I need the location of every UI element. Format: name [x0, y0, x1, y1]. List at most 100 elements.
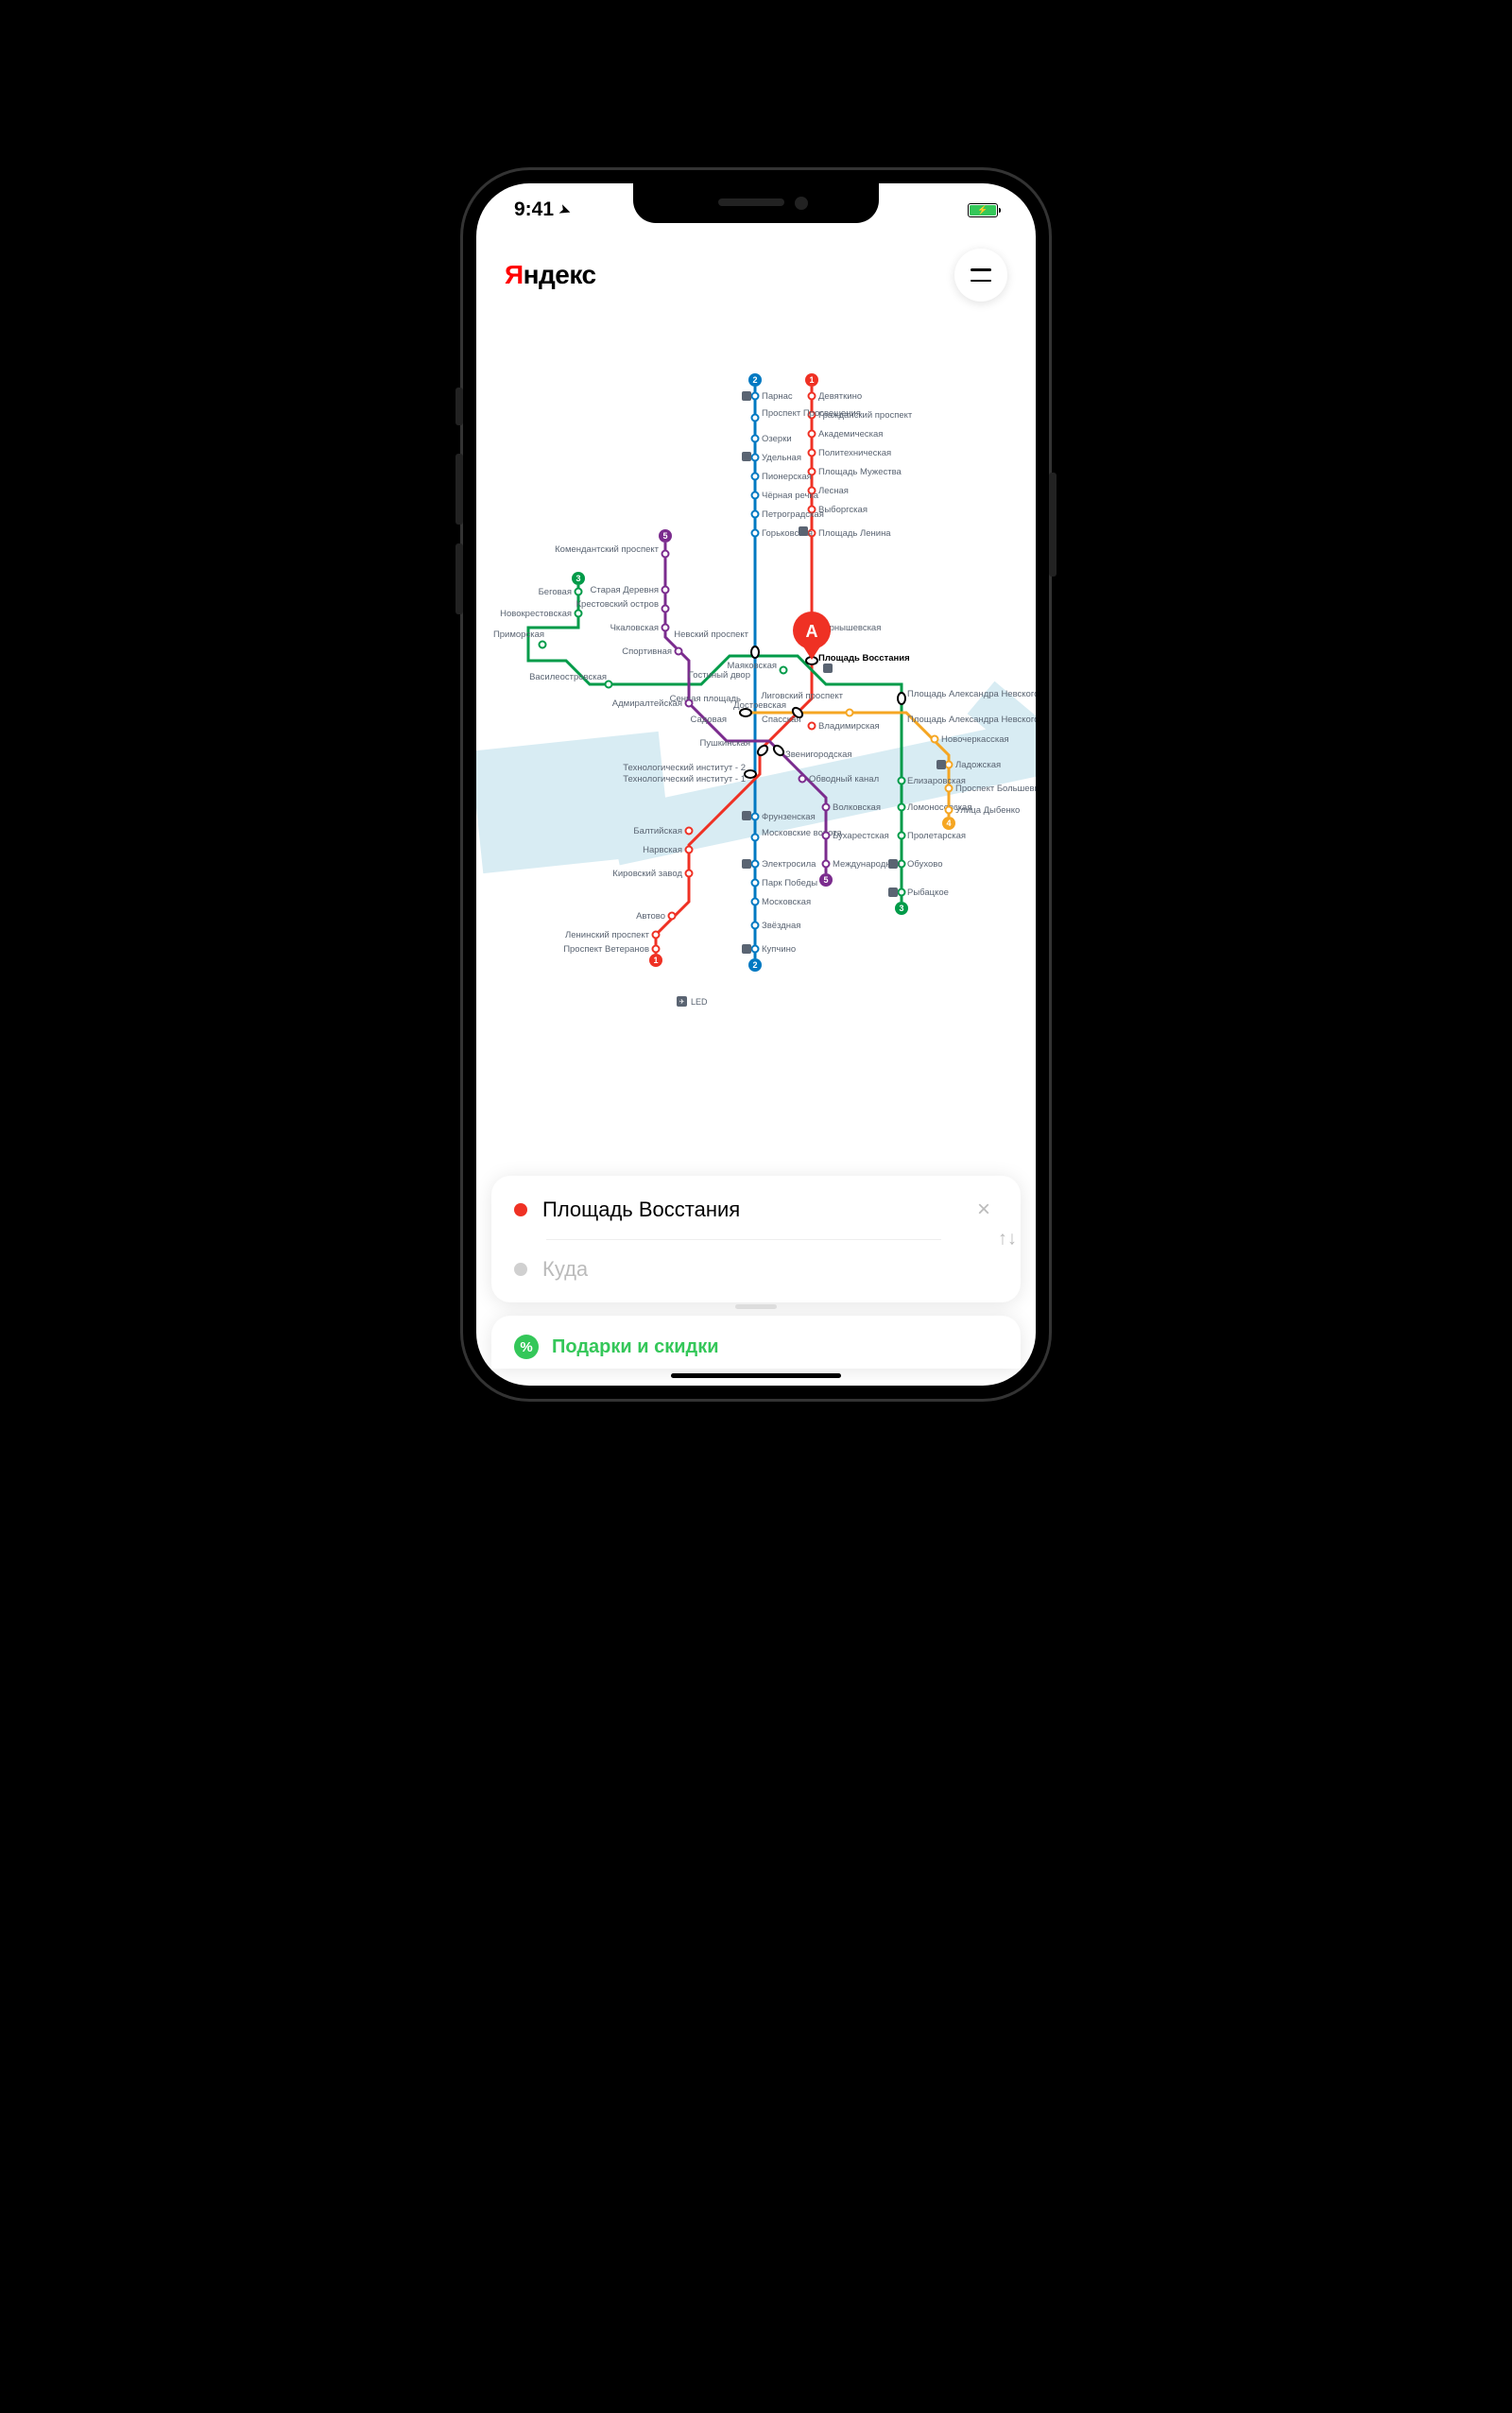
svg-text:Кировский завод: Кировский завод: [612, 869, 682, 879]
svg-text:Петроградская: Петроградская: [762, 509, 824, 520]
battery-icon: ⚡: [968, 203, 998, 217]
volume-down: [455, 543, 463, 614]
route-to-row[interactable]: Куда: [514, 1240, 998, 1282]
svg-text:Лесная: Лесная: [818, 486, 849, 496]
svg-text:Электросила: Электросила: [762, 859, 816, 870]
svg-text:Чкаловская: Чкаловская: [610, 623, 659, 633]
airport-led: LED: [677, 996, 708, 1007]
svg-text:Пролетарская: Пролетарская: [907, 831, 966, 841]
svg-text:Улица Дыбенко: Улица Дыбенко: [955, 805, 1020, 816]
svg-text:Спортивная: Спортивная: [622, 646, 672, 657]
svg-text:3: 3: [899, 904, 903, 913]
svg-text:Маяковская: Маяковская: [728, 661, 777, 671]
svg-text:Проспект Ветеранов: Проспект Ветеранов: [563, 944, 649, 955]
svg-text:Проспект Просвещения: Проспект Просвещения: [762, 408, 861, 419]
svg-text:Балтийская: Балтийская: [633, 826, 682, 836]
svg-text:Приморская: Приморская: [493, 629, 544, 640]
svg-text:Новочеркасская: Новочеркасская: [941, 734, 1009, 745]
svg-text:Ленинский проспект: Ленинский проспект: [565, 930, 650, 940]
svg-text:Невский проспект: Невский проспект: [674, 629, 748, 640]
svg-text:5: 5: [823, 875, 828, 885]
svg-text:Старая Деревня: Старая Деревня: [591, 585, 659, 595]
line-dot-grey: [514, 1263, 527, 1276]
selected-station-label: Площадь Восстания: [818, 653, 910, 664]
svg-text:Девяткино: Девяткино: [818, 391, 862, 402]
airplane-icon: [677, 996, 687, 1007]
svg-text:Владимирская: Владимирская: [818, 721, 880, 732]
svg-text:Озерки: Озерки: [762, 434, 792, 444]
svg-text:Гостиный двор: Гостиный двор: [689, 670, 750, 681]
svg-text:Международная: Международная: [833, 859, 901, 870]
route-card: Площадь Восстания × ↑↓ Куда: [491, 1176, 1021, 1302]
svg-text:Технологический институт - 1: Технологический институт - 1: [623, 774, 746, 784]
svg-text:Площадь Ленина: Площадь Ленина: [818, 528, 891, 539]
svg-text:Академическая: Академическая: [818, 429, 883, 440]
hamburger-icon: [971, 268, 991, 282]
power-button: [1049, 473, 1057, 577]
home-indicator[interactable]: [671, 1373, 841, 1378]
route-from-row[interactable]: Площадь Восстания ×: [514, 1197, 998, 1240]
svg-text:Выборгская: Выборгская: [818, 505, 868, 515]
app-header: Яндекс: [476, 235, 1036, 315]
svg-text:1: 1: [653, 956, 658, 965]
svg-text:Политехническая: Политехническая: [818, 448, 891, 458]
clear-from-button[interactable]: ×: [970, 1197, 998, 1223]
svg-text:Василеостровская: Василеостровская: [529, 672, 607, 682]
status-time: 9:41: [514, 198, 554, 221]
svg-text:Звёздная: Звёздная: [762, 921, 800, 931]
location-icon: ➤: [557, 200, 573, 219]
swap-button[interactable]: ↑↓: [998, 1229, 1017, 1250]
svg-text:Московская: Московская: [762, 897, 811, 907]
svg-text:Комендантский проспект: Комендантский проспект: [555, 544, 660, 555]
menu-button[interactable]: [954, 249, 1007, 302]
svg-text:А: А: [806, 622, 818, 641]
svg-text:Адмиралтейская: Адмиралтейская: [612, 698, 682, 709]
promo-card[interactable]: % Подарки и скидки: [491, 1316, 1021, 1369]
svg-text:Горьковская: Горьковская: [762, 528, 813, 539]
screen: 9:41 ➤ ⚡ Яндекс: [476, 183, 1036, 1386]
svg-text:Беговая: Беговая: [539, 587, 572, 597]
svg-text:Московские ворота: Московские ворота: [762, 828, 843, 838]
svg-text:Волковская: Волковская: [833, 802, 881, 813]
svg-text:Новокрестовская: Новокрестовская: [500, 609, 572, 619]
svg-text:Парк Победы: Парк Победы: [762, 878, 817, 888]
svg-text:Садовая: Садовая: [691, 715, 727, 725]
svg-text:Обводный канал: Обводный канал: [809, 774, 879, 784]
mute-switch: [455, 388, 463, 425]
svg-text:Чёрная речка: Чёрная речка: [762, 491, 819, 501]
line-dot-red: [514, 1203, 527, 1216]
svg-text:Рыбацкое: Рыбацкое: [907, 888, 949, 898]
svg-text:5: 5: [662, 531, 667, 541]
svg-text:Площадь Александра Невского: Площадь Александра Невского: [907, 715, 1036, 725]
svg-text:Достоевская: Достоевская: [733, 700, 786, 711]
route-from-text: Площадь Восстания: [542, 1198, 954, 1222]
promo-label: Подарки и скидки: [552, 1336, 719, 1358]
svg-text:Купчино: Купчино: [762, 944, 796, 955]
svg-text:Ладожская: Ладожская: [955, 760, 1001, 770]
yandex-logo[interactable]: Яндекс: [505, 260, 596, 290]
svg-text:Лиговский проспект: Лиговский проспект: [761, 691, 843, 701]
svg-text:Обухово: Обухово: [907, 859, 943, 870]
svg-text:2: 2: [752, 375, 757, 385]
svg-text:Бухарестская: Бухарестская: [833, 831, 889, 841]
svg-text:Площадь Александра Невского: Площадь Александра Невского: [907, 689, 1036, 699]
svg-text:Звенигородская: Звенигородская: [785, 750, 852, 760]
svg-text:2: 2: [752, 960, 757, 970]
phone-frame: 9:41 ➤ ⚡ Яндекс: [463, 170, 1049, 1399]
svg-text:Площадь Мужества: Площадь Мужества: [818, 467, 902, 477]
route-to-placeholder: Куда: [542, 1257, 998, 1282]
svg-text:Пионерская: Пионерская: [762, 472, 812, 482]
svg-text:Крестовский остров: Крестовский остров: [576, 599, 659, 610]
svg-text:Автово: Автово: [636, 911, 665, 922]
svg-text:3: 3: [576, 574, 580, 583]
svg-text:Фрунзенская: Фрунзенская: [762, 812, 816, 822]
svg-text:Удельная: Удельная: [762, 453, 801, 463]
notch: [633, 183, 879, 223]
svg-text:Нарвская: Нарвская: [643, 845, 682, 855]
svg-text:Проспект Большевиков: Проспект Большевиков: [955, 784, 1036, 794]
volume-up: [455, 454, 463, 525]
svg-text:Парнас: Парнас: [762, 391, 793, 402]
percent-icon: %: [514, 1335, 539, 1359]
svg-text:1: 1: [809, 375, 814, 385]
drag-handle[interactable]: [735, 1304, 777, 1309]
